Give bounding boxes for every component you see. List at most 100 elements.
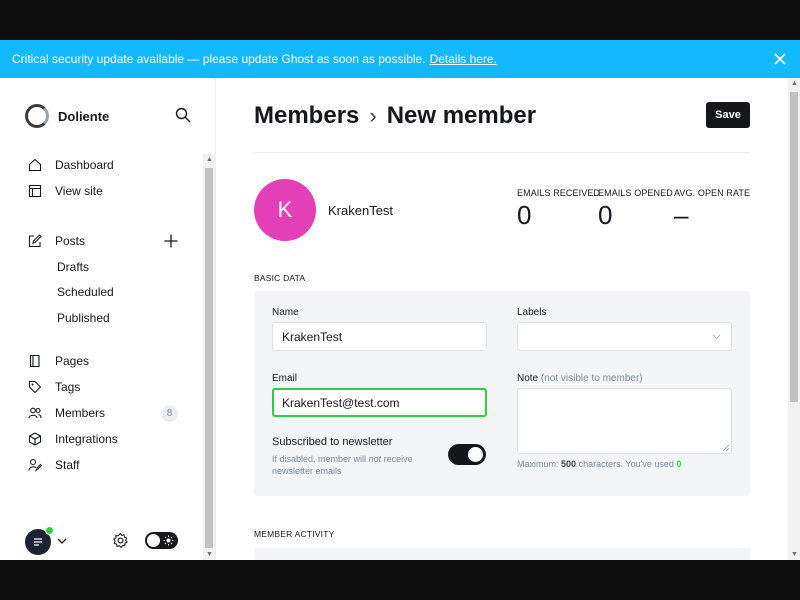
theme-toggle-knob bbox=[147, 534, 160, 547]
scroll-down-arrow-icon[interactable]: ▼ bbox=[206, 551, 213, 558]
member-name-display: KrakenTest bbox=[328, 203, 394, 218]
add-post-icon[interactable] bbox=[164, 234, 178, 248]
name-label: Name bbox=[272, 307, 299, 318]
staff-icon bbox=[28, 458, 42, 472]
note-hint: (not visible to member) bbox=[540, 373, 643, 384]
sidebar-item-label: Integrations bbox=[55, 432, 118, 446]
window-icon bbox=[28, 184, 42, 198]
newsletter-toggle-knob bbox=[468, 447, 483, 462]
page-title: New member bbox=[386, 102, 537, 129]
app-window: Doliente Dashboard View site Posts Draft… bbox=[0, 78, 800, 560]
sidebar-item-label: Posts bbox=[55, 234, 86, 248]
main-content: Members › New member Save K KrakenTest E… bbox=[216, 78, 788, 560]
sidebar-item-pages[interactable]: Pages bbox=[28, 348, 198, 374]
resize-grip-icon[interactable] bbox=[723, 445, 729, 451]
sidebar-subitem-scheduled[interactable]: Scheduled bbox=[28, 280, 198, 306]
members-icon bbox=[28, 407, 42, 419]
sidebar-subitem-drafts[interactable]: Drafts bbox=[28, 254, 198, 280]
member-activity-heading: MEMBER ACTIVITY bbox=[254, 529, 335, 539]
sidebar: Doliente Dashboard View site Posts Draft… bbox=[0, 78, 216, 560]
stat-label: EMAILS OPENED bbox=[598, 188, 673, 198]
basic-data-heading: BASIC DATA bbox=[254, 273, 306, 283]
main-scrollbar-thumb[interactable] bbox=[790, 92, 798, 402]
member-activity-panel bbox=[254, 548, 750, 560]
sidebar-item-label: Staff bbox=[55, 458, 80, 472]
note-label-row: Note (not visible to member) bbox=[517, 373, 643, 384]
labels-label: Labels bbox=[517, 307, 547, 318]
header-divider bbox=[254, 152, 750, 153]
breadcrumb: Members › New member bbox=[254, 102, 536, 130]
chevron-down-icon bbox=[712, 334, 721, 340]
close-icon[interactable] bbox=[772, 51, 788, 67]
breadcrumb-members-link[interactable]: Members bbox=[254, 102, 359, 130]
member-avatar: K bbox=[254, 179, 316, 241]
stat-label: AVG. OPEN RATE bbox=[674, 188, 751, 198]
counter-used: 0 bbox=[676, 459, 682, 469]
gear-icon[interactable] bbox=[112, 532, 129, 549]
stat-label: EMAILS RECEIVED bbox=[517, 188, 601, 198]
site-brand[interactable]: Doliente bbox=[25, 104, 109, 128]
sidebar-item-dashboard[interactable]: Dashboard bbox=[28, 152, 198, 178]
sidebar-item-view-site[interactable]: View site bbox=[28, 178, 198, 204]
user-menu-icon bbox=[34, 538, 42, 546]
sidebar-item-staff[interactable]: Staff bbox=[28, 452, 198, 478]
scroll-up-arrow-icon[interactable]: ▲ bbox=[791, 80, 798, 87]
email-field[interactable]: KrakenTest@test.com bbox=[272, 388, 487, 417]
save-button[interactable]: Save bbox=[706, 102, 750, 128]
newsletter-help: If disabled, member will not receive new… bbox=[272, 453, 442, 477]
sidebar-nav-content: Posts Drafts Scheduled Published bbox=[28, 228, 198, 331]
scroll-up-arrow-icon[interactable]: ▲ bbox=[206, 156, 213, 163]
security-alert-banner: Critical security update available — ple… bbox=[0, 40, 800, 78]
alert-message: Critical security update available — ple… bbox=[12, 52, 426, 66]
note-textarea[interactable] bbox=[517, 388, 732, 454]
search-icon[interactable] bbox=[175, 107, 191, 123]
sidebar-item-tags[interactable]: Tags bbox=[28, 374, 198, 400]
counter-text: characters. You've used bbox=[578, 459, 674, 469]
cube-icon bbox=[28, 432, 42, 446]
browser-top-bar bbox=[0, 0, 800, 40]
note-char-counter: Maximum: 500 characters. You've used 0 bbox=[517, 459, 681, 469]
alert-details-link[interactable]: Details here. bbox=[430, 52, 497, 66]
scroll-down-arrow-icon[interactable]: ▼ bbox=[791, 551, 798, 558]
note-label: Note bbox=[517, 373, 539, 384]
site-logo-icon bbox=[25, 104, 49, 128]
sidebar-subitem-published[interactable]: Published bbox=[28, 305, 198, 331]
sidebar-item-label: Tags bbox=[55, 380, 81, 394]
sidebar-item-label: Pages bbox=[55, 354, 90, 368]
browser-bottom-bar bbox=[0, 560, 800, 600]
sidebar-scrollbar[interactable]: ▲ ▼ bbox=[203, 154, 215, 560]
sidebar-item-label: Dashboard bbox=[55, 158, 114, 172]
main-scrollbar[interactable]: ▲ ▼ bbox=[788, 78, 800, 560]
counter-max: 500 bbox=[561, 459, 577, 469]
sidebar-scrollbar-thumb[interactable] bbox=[205, 168, 213, 548]
stat-value: 0 bbox=[598, 200, 613, 230]
sidebar-nav-secondary: Pages Tags Members 8 Integrations Staff bbox=[28, 348, 198, 478]
stat-emails-opened: EMAILS OPENED 0 bbox=[598, 188, 673, 231]
tag-icon bbox=[28, 380, 42, 394]
page-icon bbox=[29, 354, 40, 368]
home-icon bbox=[28, 158, 42, 172]
stat-value: 0 bbox=[517, 200, 532, 230]
name-field[interactable]: KrakenTest bbox=[272, 322, 487, 351]
newsletter-help-emphasis: not bbox=[368, 454, 382, 464]
edit-icon bbox=[28, 234, 42, 248]
site-name: Doliente bbox=[58, 108, 110, 124]
labels-select[interactable] bbox=[517, 322, 732, 351]
newsletter-title: Subscribed to newsletter bbox=[272, 436, 393, 448]
sidebar-item-integrations[interactable]: Integrations bbox=[28, 426, 198, 452]
sidebar-item-members[interactable]: Members 8 bbox=[28, 400, 198, 426]
online-status-dot bbox=[45, 526, 54, 535]
sidebar-nav-primary: Dashboard View site bbox=[28, 152, 198, 204]
sidebar-item-posts[interactable]: Posts bbox=[28, 228, 198, 254]
theme-toggle[interactable] bbox=[145, 532, 178, 549]
stat-avg-open-rate: AVG. OPEN RATE – bbox=[674, 188, 750, 231]
newsletter-help-text: If disabled, member will bbox=[272, 454, 367, 464]
stat-value: – bbox=[674, 200, 689, 230]
sidebar-item-label: View site bbox=[55, 184, 103, 198]
counter-prefix: Maximum: bbox=[517, 459, 559, 469]
chevron-down-icon[interactable] bbox=[57, 536, 67, 546]
email-label: Email bbox=[272, 373, 298, 384]
sun-icon bbox=[163, 535, 174, 546]
newsletter-toggle[interactable] bbox=[448, 444, 486, 465]
user-avatar[interactable] bbox=[25, 526, 54, 555]
